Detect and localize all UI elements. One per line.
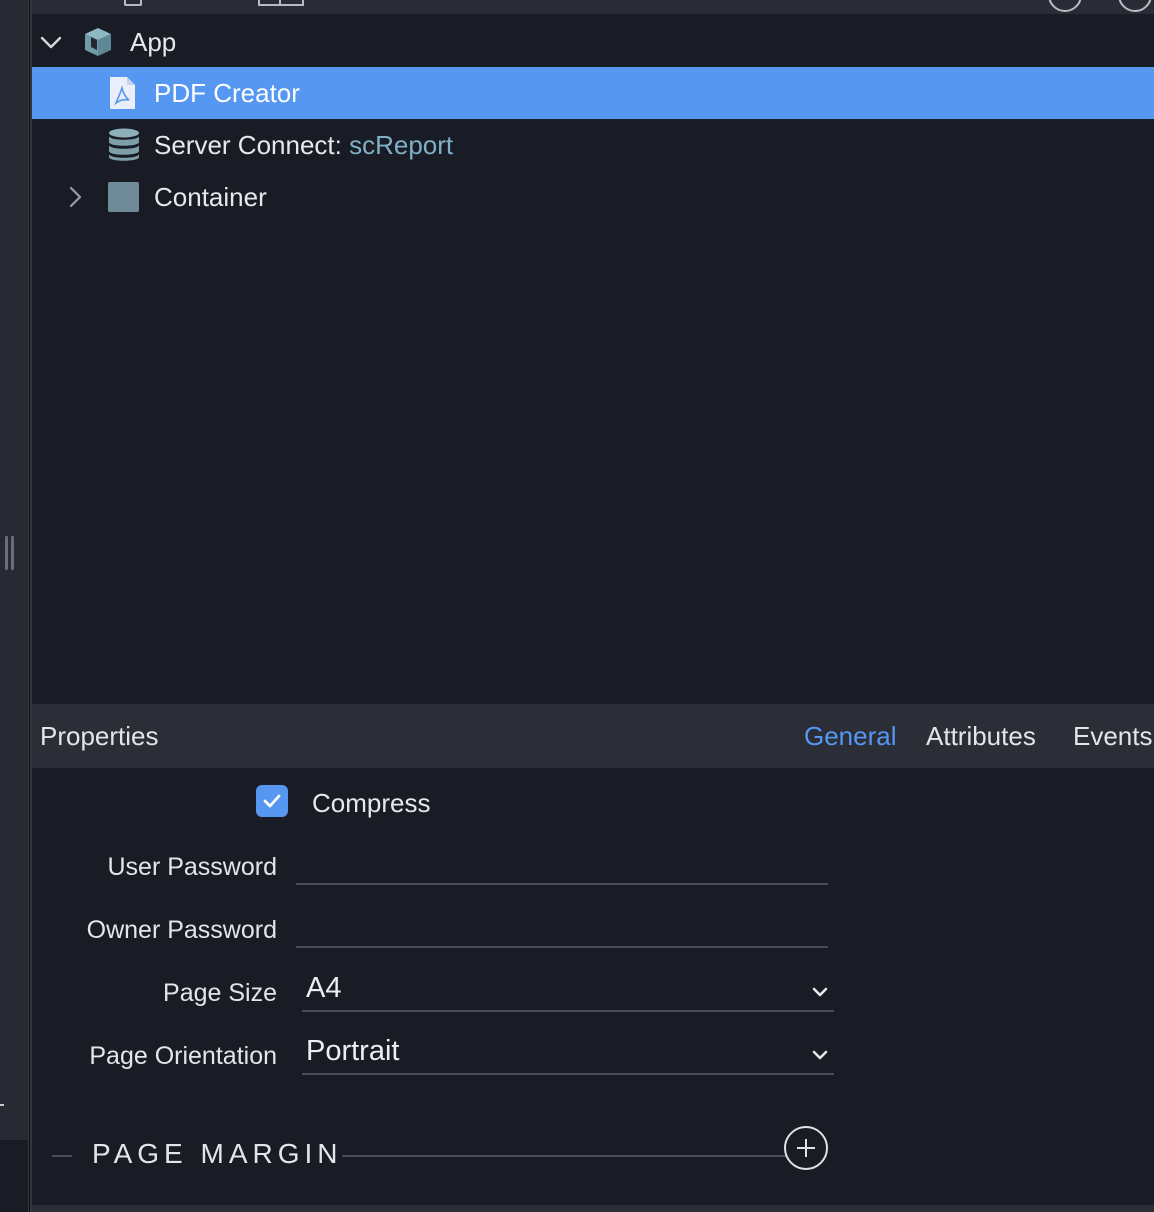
chevron-down-icon bbox=[812, 987, 828, 997]
toolbar-split-view-icon[interactable] bbox=[258, 0, 304, 6]
cube-icon bbox=[85, 28, 111, 56]
left-strip-marker bbox=[0, 1104, 4, 1106]
pdf-file-icon bbox=[110, 77, 135, 109]
tab-events[interactable]: Events bbox=[1073, 721, 1153, 752]
page-margin-section-title: PAGE MARGIN bbox=[92, 1138, 343, 1169]
tree-item-pdf-creator[interactable]: PDF Creator bbox=[32, 67, 1154, 119]
user-password-label: User Password bbox=[107, 853, 278, 881]
user-password-field[interactable] bbox=[296, 845, 828, 885]
section-divider bbox=[52, 1155, 72, 1157]
container-icon bbox=[108, 182, 139, 212]
toolbar-page-icon[interactable] bbox=[124, 0, 142, 6]
server-connect-name: scReport bbox=[349, 129, 454, 160]
bottom-edge bbox=[32, 1205, 1154, 1212]
tree-item-label: App bbox=[130, 26, 177, 57]
tree-item-label: Server Connect: scReport bbox=[154, 129, 454, 160]
page-orientation-value: Portrait bbox=[306, 1035, 400, 1067]
resize-grip-icon[interactable] bbox=[5, 536, 15, 570]
chevron-down-icon[interactable] bbox=[38, 29, 64, 55]
page-size-select[interactable]: A4 bbox=[302, 970, 834, 1012]
toolbar-circle-icon[interactable] bbox=[1048, 0, 1082, 12]
page-orientation-select[interactable]: Portrait bbox=[302, 1033, 834, 1075]
page-size-value: A4 bbox=[306, 972, 342, 1004]
structure-tree: App PDF Creator Server Connect: scReport… bbox=[32, 14, 1154, 704]
chevron-down-icon bbox=[812, 1050, 828, 1060]
properties-header: Properties General Attributes Events bbox=[32, 704, 1154, 768]
toolbar-circle-icon-2[interactable] bbox=[1118, 0, 1152, 12]
owner-password-label: Owner Password bbox=[86, 916, 277, 944]
database-icon bbox=[109, 128, 139, 161]
page-orientation-label: Page Orientation bbox=[89, 1042, 277, 1070]
checkmark-icon bbox=[263, 794, 281, 808]
tree-item-server-connect[interactable]: Server Connect: scReport bbox=[32, 119, 1154, 171]
tree-item-label: PDF Creator bbox=[154, 77, 300, 108]
left-panel-strip bbox=[0, 0, 28, 1140]
panel-divider-line bbox=[29, 0, 30, 1212]
owner-password-field[interactable] bbox=[296, 908, 828, 948]
chevron-right-icon[interactable] bbox=[62, 184, 88, 210]
tree-item-container[interactable]: Container bbox=[32, 171, 1154, 223]
compress-checkbox[interactable] bbox=[256, 785, 288, 817]
tree-item-app[interactable]: App bbox=[32, 16, 1154, 68]
tab-attributes[interactable]: Attributes bbox=[926, 721, 1036, 752]
tree-item-label: Container bbox=[154, 181, 267, 212]
add-page-margin-button[interactable] bbox=[784, 1126, 828, 1170]
page-size-label: Page Size bbox=[163, 979, 277, 1007]
left-panel-strip-bottom bbox=[0, 1140, 28, 1212]
top-toolbar bbox=[32, 0, 1154, 14]
tab-general[interactable]: General bbox=[804, 721, 897, 752]
properties-title: Properties bbox=[40, 721, 159, 751]
compress-label: Compress bbox=[312, 788, 431, 818]
section-divider bbox=[342, 1155, 786, 1157]
